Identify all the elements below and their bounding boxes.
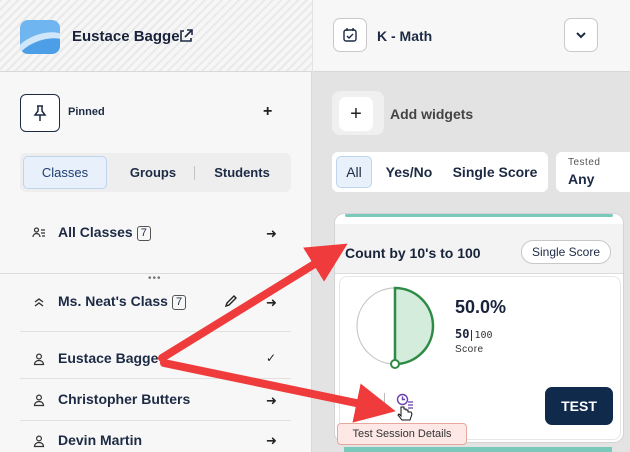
tested-value: Any (568, 171, 595, 187)
add-pinned-button[interactable]: + (263, 103, 272, 121)
row-divider (20, 378, 291, 379)
all-classes-label: All Classes (58, 224, 133, 240)
widget-type-badge: Single Score (521, 240, 611, 264)
sidebar-segmented-tabs: Classes Groups Students (20, 153, 291, 192)
subject-icon-button[interactable] (333, 18, 367, 52)
filter-yes-no[interactable]: Yes/No (378, 156, 440, 188)
progress-ring (356, 286, 435, 369)
tested-label: Tested (568, 157, 601, 168)
tooltip: Test Session Details (337, 423, 467, 445)
user-icon (33, 435, 45, 448)
subject-title: K - Math (377, 28, 433, 44)
tab-divider (194, 166, 195, 180)
student-row[interactable]: Eustace Bagge (58, 350, 158, 366)
card-body: 50.0% 50 100 Score TEST (339, 276, 621, 440)
list-users-icon (32, 227, 45, 238)
student-row[interactable]: Christopher Butters (58, 391, 190, 407)
divider (384, 393, 385, 409)
class-label: Ms. Neat's Class (58, 293, 168, 309)
calendar-check-icon (343, 28, 357, 42)
tab-groups[interactable]: Groups (114, 156, 192, 189)
sidebar-header: Eustace Bagge (0, 0, 312, 72)
pin-icon (33, 105, 47, 121)
add-widget-button[interactable]: + (339, 97, 373, 131)
arrow-right-icon[interactable]: ➜ (266, 433, 277, 449)
widget-title: Count by 10's to 100 (345, 245, 481, 261)
percent-value: 50.0% (455, 297, 507, 317)
tab-classes[interactable]: Classes (23, 156, 107, 189)
user-icon (33, 394, 45, 407)
student-row[interactable]: Devin Martin (58, 432, 142, 448)
score-number: 50 (455, 327, 470, 341)
arrow-right-icon[interactable]: ➜ (266, 295, 277, 311)
add-widgets-label[interactable]: Add widgets (390, 106, 473, 122)
external-link-icon[interactable] (178, 28, 194, 44)
collapse-icon[interactable] (32, 295, 46, 309)
check-icon: ✓ (266, 351, 277, 365)
card-header: Count by 10's to 100 Single Score (335, 224, 623, 274)
next-card-accent (344, 447, 612, 452)
user-icon (33, 353, 45, 366)
pinned-label: Pinned (68, 106, 105, 118)
test-session-details-icon[interactable] (396, 393, 414, 409)
pencil-icon[interactable] (224, 294, 238, 308)
tested-select[interactable]: Tested Any (556, 152, 630, 192)
widget-card: Count by 10's to 100 Single Score 50.0% … (334, 213, 624, 443)
all-classes-count: 7 (136, 226, 151, 241)
score-max: 100 (471, 330, 493, 341)
class-row[interactable]: Ms. Neat's Class 7 (58, 293, 187, 310)
filter-single-score[interactable]: Single Score (446, 156, 544, 188)
card-accent-bar (345, 214, 613, 217)
score-value: 50 100 (455, 327, 493, 341)
header-user-name: Eustace Bagge (72, 28, 180, 45)
widget-type-filter: All Yes/No Single Score (332, 152, 548, 192)
app-logo (20, 20, 60, 54)
arrow-right-icon[interactable]: ➜ (266, 393, 277, 409)
row-divider (20, 331, 291, 332)
filter-all[interactable]: All (336, 156, 372, 188)
row-divider (20, 420, 291, 421)
test-button[interactable]: TEST (545, 387, 613, 425)
class-count: 7 (171, 295, 187, 310)
pin-button[interactable] (20, 94, 60, 132)
subject-dropdown-button[interactable] (564, 18, 598, 52)
chevron-down-icon (576, 32, 586, 39)
drag-handle-icon[interactable]: ••• (148, 273, 162, 284)
tab-students[interactable]: Students (198, 156, 286, 189)
arrow-right-icon[interactable]: ➜ (266, 226, 277, 242)
score-label: Score (455, 344, 484, 355)
all-classes-row[interactable]: All Classes 7 (58, 224, 151, 241)
sidebar: Eustace Bagge Pinned + Classes Groups St… (0, 0, 312, 452)
